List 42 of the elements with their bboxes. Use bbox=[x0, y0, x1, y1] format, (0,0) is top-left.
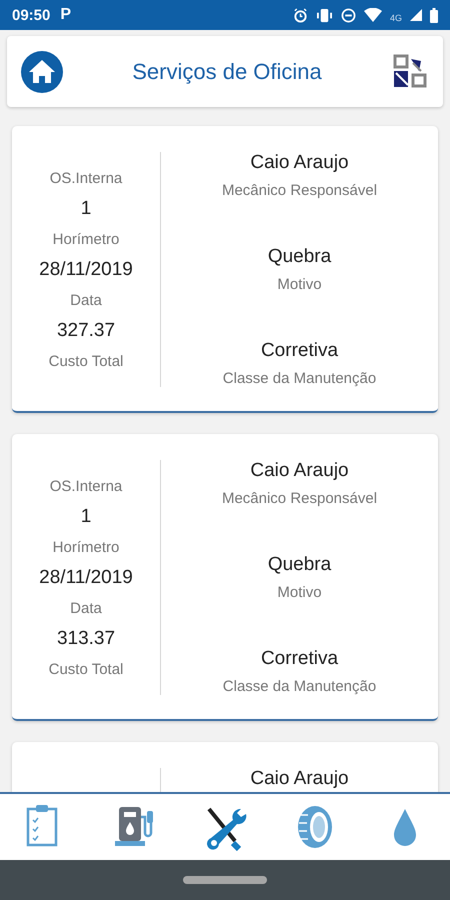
do-not-disturb-icon bbox=[340, 8, 356, 22]
field-label: OS.Interna bbox=[50, 170, 122, 186]
status-time: 09:50 bbox=[12, 6, 50, 24]
field-label: Horímetro bbox=[52, 538, 120, 556]
battery-icon bbox=[430, 8, 438, 22]
field-label: OS.Interna bbox=[50, 478, 122, 494]
field-label: Data bbox=[70, 600, 102, 616]
field-label: Custo Total bbox=[48, 660, 124, 678]
alarm-icon bbox=[292, 8, 308, 22]
field-value: Quebra bbox=[268, 246, 332, 268]
field-label: Classe da Manutenção bbox=[222, 678, 376, 695]
field-value: 28/11/2019 bbox=[39, 258, 133, 280]
field-label: Horímetro bbox=[52, 230, 120, 248]
field-label: Custo Total bbox=[48, 352, 124, 370]
field-value: Corretiva bbox=[260, 340, 338, 362]
wifi-icon bbox=[364, 8, 382, 22]
vibrate-icon bbox=[316, 8, 333, 22]
service-card[interactable]: Caio Araujo bbox=[12, 742, 438, 792]
field-label: Motivo bbox=[277, 584, 322, 601]
field-value: 28/11/2019 bbox=[39, 566, 133, 588]
field-label: Data bbox=[70, 292, 102, 308]
field-label: Motivo bbox=[277, 276, 322, 293]
switch-icon[interactable] bbox=[391, 52, 429, 90]
field-value: Corretiva bbox=[260, 648, 338, 670]
service-card[interactable]: OS.Interna 1 Horímetro 28/11/2019 Data 313.37 Custo Total Caio Araujo Mecânico Responsável Quebra Motivo Corretiva Classe da Manutenção bbox=[12, 434, 438, 721]
field-value: 1 bbox=[80, 506, 92, 528]
field-label: Mecânico Responsável bbox=[222, 182, 378, 199]
network-type: 4G bbox=[390, 13, 402, 23]
field-label: Mecânico Responsável bbox=[222, 490, 378, 507]
field-value: Caio Araujo bbox=[250, 152, 349, 174]
field-value: 1 bbox=[80, 198, 92, 220]
field-value: Caio Araujo bbox=[250, 460, 349, 482]
service-card[interactable]: OS.Interna 1 Horímetro 28/11/2019 Data 327.37 Custo Total Caio Araujo Mecânico Responsável Quebra Motivo Corretiva Classe da Manutenção bbox=[12, 126, 438, 413]
field-value: 313.37 bbox=[56, 628, 116, 650]
page-title: Serviços de Oficina bbox=[131, 58, 323, 84]
home-icon[interactable] bbox=[21, 50, 63, 92]
notification-indicator: P bbox=[60, 6, 72, 24]
field-value: Quebra bbox=[268, 554, 332, 576]
field-label: Classe da Manutenção bbox=[222, 370, 376, 387]
field-value: 327.37 bbox=[56, 320, 116, 342]
field-value: Caio Araujo bbox=[250, 768, 349, 790]
signal-icon bbox=[410, 9, 422, 21]
